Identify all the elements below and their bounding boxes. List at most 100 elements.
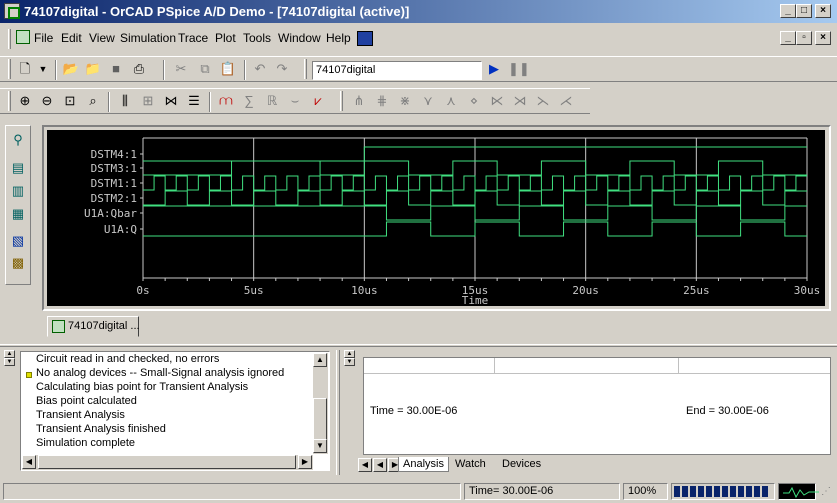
pane-grip-right[interactable]: ▲ ▼ — [344, 350, 356, 366]
waveform-trace — [143, 175, 807, 191]
mdi-close-icon[interactable]: × — [815, 31, 831, 45]
whats-this-icon[interactable] — [357, 31, 373, 46]
cursor-slope-icon[interactable]: ⋇ — [396, 92, 414, 110]
tab-label: 74107digital ... — [68, 320, 140, 332]
splitter[interactable] — [0, 344, 837, 347]
zoom-out-icon[interactable]: ⊖ — [38, 92, 56, 110]
scroll-thumb[interactable] — [313, 398, 327, 440]
menu-plot[interactable]: Plot — [215, 31, 236, 45]
toolbar-grip[interactable] — [8, 59, 11, 79]
close-icon[interactable]: × — [815, 4, 831, 18]
output-line: Circuit read in and checked, no errors — [36, 353, 220, 365]
open-project-icon[interactable]: 📁 — [84, 60, 102, 78]
profile-combo[interactable]: 74107digital — [312, 61, 482, 80]
doc-icon[interactable] — [16, 30, 30, 44]
mdi-minimize-icon[interactable]: _ — [780, 31, 796, 45]
scroll-right-icon[interactable]: ▶ — [298, 455, 312, 469]
cursor-min-icon[interactable]: ⋎ — [419, 92, 437, 110]
trace-label: U1A:Qbar — [84, 207, 137, 220]
prev-transition-icon[interactable]: ⋋ — [534, 92, 552, 110]
trace-label: DSTM2:1 — [91, 192, 137, 205]
redo-icon[interactable]: ↷ — [273, 60, 291, 78]
undo-icon[interactable]: ↶ — [251, 60, 269, 78]
cut-icon[interactable]: ✂ — [172, 60, 190, 78]
vertical-splitter[interactable] — [336, 350, 340, 475]
window-title: 74107digital - OrCAD PSpice A/D Demo - [… — [24, 4, 410, 19]
sim-profile-icon[interactable]: ▥ — [9, 182, 27, 200]
pin-icon[interactable]: ⚲ — [9, 131, 27, 149]
sim-settings-icon[interactable]: ▤ — [9, 159, 27, 177]
mdi-restore-icon[interactable]: ▫ — [796, 31, 812, 45]
menu-trace[interactable]: Trace — [178, 31, 208, 45]
tab-watch[interactable]: Watch — [451, 458, 490, 470]
cursor-trough-icon[interactable]: ⋕ — [373, 92, 391, 110]
paste-icon[interactable]: 📋 — [219, 60, 237, 78]
x-tick-label: 30us — [794, 284, 821, 297]
run-icon[interactable]: ▶ — [485, 60, 503, 78]
new-dropdown-icon[interactable]: ▼ — [34, 60, 52, 78]
trace-label: DSTM3:1 — [91, 162, 137, 175]
add-plot-icon[interactable]: ⌣ — [286, 92, 304, 110]
menu-view[interactable]: View — [89, 31, 115, 45]
zoom-area-icon[interactable]: ⊡ — [61, 92, 79, 110]
eval-goal-icon[interactable]: ∑ — [240, 92, 258, 110]
tab-analysis[interactable]: Analysis — [398, 457, 449, 472]
simulation-status-pane: Time = 30.00E-06 End = 30.00E-06 — [363, 357, 831, 455]
x-tick-label: 25us — [683, 284, 710, 297]
menu-grip[interactable] — [8, 29, 11, 49]
output-line: Transient Analysis — [36, 409, 125, 421]
cursor-point-icon[interactable]: ⋄ — [465, 92, 483, 110]
app-icon[interactable] — [4, 3, 20, 19]
next-transition-icon[interactable]: ⋊ — [511, 92, 529, 110]
menu-simulation[interactable]: Simulation — [120, 31, 176, 45]
waveform-plot[interactable]: DSTM4:1 DSTM3:1 DSTM1:1 DSTM2:1 U1A:Qbar U1A:… — [47, 130, 825, 307]
pause-icon[interactable]: ❚❚ — [508, 60, 530, 78]
pane-grip-left[interactable]: ▲ ▼ — [4, 350, 16, 366]
cursor-peak-icon[interactable]: ⋔ — [350, 92, 368, 110]
waveform-trace — [143, 205, 807, 221]
mark-label-icon[interactable]: ⋌ — [557, 92, 575, 110]
output-file-icon[interactable]: ▧ — [9, 232, 27, 250]
print-icon[interactable]: ⎙ — [130, 60, 148, 78]
menu-window[interactable]: Window — [278, 31, 321, 45]
tab-first-icon[interactable]: ◀ — [358, 458, 372, 472]
size-grip-icon[interactable]: ⋰ — [821, 486, 833, 498]
log-x-icon[interactable]: ⫼ — [116, 92, 134, 110]
performance-icon[interactable]: ⋈ — [162, 92, 180, 110]
standard-toolbar: 🗋 ▼ 📂 📁 ■ ⎙ ✂ ⧉ 📋 ↶ ↷ 74107digital ▶ ❚❚ — [0, 56, 837, 82]
menu-file[interactable]: File — [34, 31, 53, 45]
tab-74107digital[interactable]: 74107digital ... — [47, 316, 140, 337]
zoom-fit-icon[interactable]: ⌕ — [84, 92, 102, 110]
output-hscrollbar[interactable]: ◀ ▶ — [22, 455, 313, 470]
tab-devices[interactable]: Devices — [498, 458, 545, 470]
hscroll-thumb[interactable] — [38, 455, 296, 469]
log-y-icon[interactable]: ☰ — [185, 92, 203, 110]
toggle-cursor-icon[interactable]: ⩗ — [309, 92, 327, 110]
save-icon[interactable]: ■ — [107, 60, 125, 78]
new-icon[interactable]: 🗋 — [16, 60, 34, 78]
open-icon[interactable]: 📂 — [62, 60, 80, 78]
cursor-search-icon[interactable]: ⋉ — [488, 92, 506, 110]
minimize-icon[interactable]: _ — [780, 4, 796, 18]
menu-help[interactable]: Help — [326, 31, 351, 45]
maximize-icon[interactable]: □ — [796, 4, 812, 18]
menu-tools[interactable]: Tools — [243, 31, 271, 45]
output-line: Transient Analysis finished — [36, 423, 166, 435]
scroll-up-icon[interactable]: ▲ — [313, 353, 327, 367]
add-text-icon[interactable]: ℝ — [263, 92, 281, 110]
menu-edit[interactable]: Edit — [61, 31, 82, 45]
fourier-icon[interactable]: ⊞ — [139, 92, 157, 110]
trace-label: DSTM1:1 — [91, 177, 137, 190]
add-trace-icon[interactable]: ⩋ — [217, 92, 235, 110]
copy-icon[interactable]: ⧉ — [196, 60, 214, 78]
zoom-in-icon[interactable]: ⊕ — [16, 92, 34, 110]
menu-bar: File Edit View Simulation Trace Plot Too… — [0, 26, 837, 50]
tab-prev-icon[interactable]: ◀ — [373, 458, 387, 472]
markers-icon[interactable]: ▦ — [9, 205, 27, 223]
cursor-max-icon[interactable]: ⋏ — [442, 92, 460, 110]
scroll-left-icon[interactable]: ◀ — [22, 455, 36, 469]
output-vscrollbar[interactable]: ▲ ▼ — [313, 353, 328, 454]
output-line: No analog devices -- Small-Signal analys… — [36, 367, 285, 379]
scroll-down-icon[interactable]: ▼ — [313, 439, 327, 453]
schematic-icon[interactable]: ▩ — [9, 254, 27, 272]
